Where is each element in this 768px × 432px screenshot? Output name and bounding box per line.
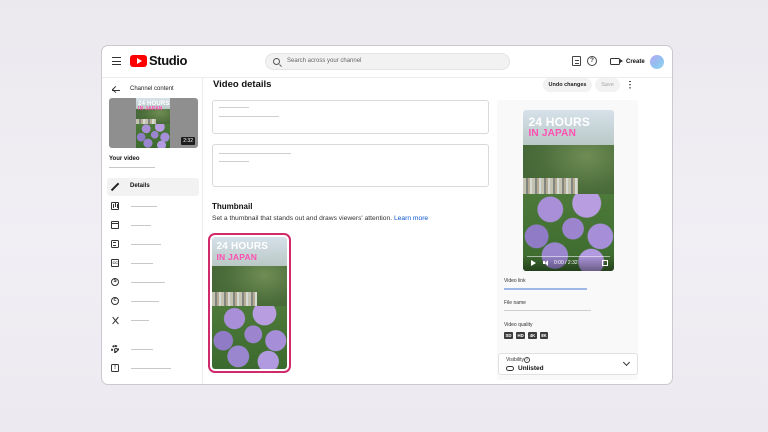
video-title-placeholder	[109, 167, 155, 168]
video-quality-label: Video quality	[504, 322, 533, 328]
learn-more-link[interactable]: Learn more	[394, 215, 428, 222]
sidebar-item-feedback[interactable]: !	[107, 359, 199, 377]
sidebar-item-monetization[interactable]: $	[107, 273, 199, 291]
studio-logo-text[interactable]: Studio	[149, 53, 187, 68]
help-icon[interactable]: ?	[587, 56, 597, 66]
sidebar-item-settings[interactable]	[107, 340, 199, 358]
editor-icon	[111, 221, 119, 229]
visibility-dropdown[interactable]: Visibility ? Unlisted	[498, 353, 638, 375]
player-art-line2: IN JAPAN	[528, 127, 576, 139]
thumbnail-section-description: Set a thumbnail that stands out and draw…	[212, 215, 428, 222]
save-button[interactable]: Save	[595, 78, 620, 92]
pencil-icon	[111, 183, 119, 191]
create-button[interactable]: Create	[607, 54, 648, 69]
progress-bar[interactable]	[527, 255, 610, 257]
sidebar-label-placeholder	[131, 349, 153, 350]
sidebar-item-editor[interactable]	[107, 216, 199, 234]
undo-changes-button[interactable]: Undo changes	[543, 78, 592, 92]
visibility-label: Visibility	[506, 357, 524, 363]
fullscreen-icon[interactable]	[602, 260, 608, 266]
avatar[interactable]	[650, 55, 664, 69]
volume-icon[interactable]	[543, 259, 550, 266]
sidebar: Channel content 24 HOURS IN JAPAN 2:32 Y…	[102, 78, 203, 384]
page-title: Video details	[213, 79, 272, 90]
quality-badge-hd: HD	[515, 332, 526, 339]
help-circle-icon[interactable]: ?	[524, 357, 530, 363]
create-video-icon	[610, 58, 623, 65]
thumbnail-art-line1: 24 HOURS	[216, 240, 269, 252]
time-readout: 0:00 / 2:32	[554, 260, 578, 266]
quality-badge-8k: 8K	[539, 332, 549, 339]
chevron-down-icon	[622, 358, 631, 367]
video-link-value[interactable]	[504, 288, 587, 290]
comments-icon	[111, 240, 119, 248]
sidebar-video-thumbnail[interactable]: 24 HOURS IN JAPAN 2:32	[109, 98, 198, 148]
selected-thumbnail[interactable]: 24 HOURS IN JAPAN	[208, 233, 291, 373]
sidebar-item-comments[interactable]	[107, 235, 199, 253]
thumbnail-image: 24 HOURS IN JAPAN	[212, 237, 287, 369]
sidebar-item-analytics[interactable]	[107, 197, 199, 215]
thumbnail-section-title: Thumbnail	[212, 202, 253, 211]
sidebar-label-placeholder	[131, 320, 149, 321]
quality-badge-4k: 4K	[528, 332, 537, 339]
your-video-label: Your video	[109, 156, 140, 162]
top-bar: Studio Search across your channel ? Crea…	[102, 46, 672, 78]
settings-icon	[111, 345, 119, 353]
video-player[interactable]: 24 HOURS IN JAPAN 0:00 / 2:32	[523, 110, 614, 271]
video-link-label: Video link	[504, 278, 526, 284]
sidebar-label-placeholder	[131, 263, 153, 264]
copyright-icon: c	[111, 297, 119, 305]
description-label-placeholder	[219, 153, 291, 154]
sidebar-art-line2: IN JAPAN	[138, 106, 163, 112]
search-placeholder: Search across your channel	[287, 58, 362, 64]
clips-icon	[111, 316, 119, 324]
sidebar-label-placeholder	[131, 206, 157, 207]
subtitles-icon	[111, 259, 119, 267]
monetization-icon: $	[111, 278, 119, 286]
sidebar-item-subtitles[interactable]	[107, 254, 199, 272]
back-arrow-icon[interactable]	[112, 86, 120, 94]
quality-badge-sd: SD	[504, 332, 513, 339]
sidebar-label-placeholder	[131, 282, 165, 283]
sidebar-item-details[interactable]: Details	[107, 178, 199, 196]
sidebar-item-label: Details	[130, 183, 150, 189]
visibility-value: Unlisted	[518, 365, 544, 372]
studio-window: Studio Search across your channel ? Crea…	[101, 45, 673, 385]
create-label: Create	[626, 58, 645, 65]
analytics-icon	[111, 202, 119, 210]
more-options-icon[interactable]	[628, 80, 632, 90]
thumbnail-art-line2: IN JAPAN	[216, 251, 258, 262]
sidebar-label-placeholder	[131, 301, 159, 302]
description-value-placeholder	[219, 161, 249, 162]
link-icon	[506, 366, 514, 371]
feedback-icon[interactable]	[572, 56, 581, 66]
title-field[interactable]	[212, 100, 489, 134]
sidebar-label-placeholder	[131, 225, 151, 226]
sidebar-label-placeholder	[131, 368, 171, 369]
channel-content-link[interactable]: Channel content	[130, 86, 174, 92]
thumbnail-description-text: Set a thumbnail that stands out and draw…	[212, 215, 393, 222]
sidebar-label-placeholder	[131, 244, 161, 245]
file-name-value	[504, 310, 591, 311]
youtube-logo-icon[interactable]	[130, 55, 147, 67]
sidebar-item-copyright[interactable]: c	[107, 292, 199, 310]
search-input[interactable]: Search across your channel	[265, 53, 510, 70]
title-label-placeholder	[219, 107, 249, 108]
send-feedback-icon: !	[111, 364, 119, 372]
video-duration: 2:32	[181, 137, 195, 145]
menu-icon[interactable]	[112, 57, 121, 65]
file-name-label: File name	[504, 300, 526, 306]
description-field[interactable]	[212, 144, 489, 187]
sidebar-thumbnail-art: 24 HOURS IN JAPAN	[136, 98, 170, 148]
video-quality-badges: SD HD 4K 8K	[504, 332, 549, 339]
search-icon	[273, 58, 280, 65]
title-value-placeholder	[219, 116, 279, 117]
play-icon[interactable]	[531, 260, 536, 266]
sidebar-item-clips[interactable]	[107, 311, 199, 329]
